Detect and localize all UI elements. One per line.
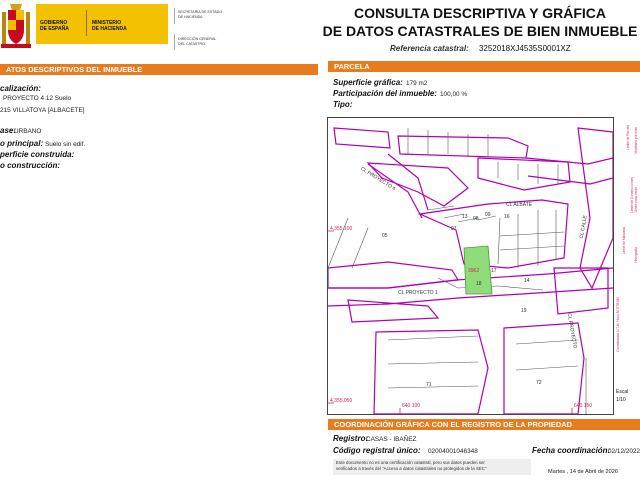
parcela-section-header: PARCELA xyxy=(328,61,640,72)
parcel-number-72: 72 xyxy=(536,380,542,386)
participacion-value: 100,00 % xyxy=(440,91,468,98)
parcel-number-19: 19 xyxy=(521,308,527,314)
parcel-number-09: 09 xyxy=(485,212,491,218)
codigo-registral-value: 02004001046348 xyxy=(428,448,478,455)
legend-parcela: Límite de Parcela xyxy=(626,125,630,150)
fecha-coordinacion-label: Fecha coordinación: xyxy=(532,446,611,455)
disclaimer-note: Este documento no es una certificación c… xyxy=(333,459,531,475)
scale-label-1: Escal xyxy=(616,389,629,395)
page-title-line1: CONSULTA DESCRIPTIVA Y GRÁFICA xyxy=(353,5,606,21)
fecha-coordinacion-value: 02/12/2022 xyxy=(608,448,640,455)
codigo-registral-label: Código registral único: xyxy=(333,446,421,455)
parcel-number-17: 17 xyxy=(491,268,497,274)
street-label-albate: CL ALBATE xyxy=(506,202,533,208)
coord-label-east-1: 640.100 xyxy=(402,403,421,409)
gov-line2: DE ESPAÑA xyxy=(40,26,69,32)
superficie-grafica-label: Superficie gráfica: xyxy=(333,78,403,87)
uso-value: Suelo sin edif. xyxy=(45,141,86,148)
registro-value: CASAS - IBAÑEZ xyxy=(366,436,417,443)
anio-construccion-label: o construcción: xyxy=(0,161,61,170)
superficie-construida-label: perficie construida: xyxy=(0,150,75,159)
registro-label: Registro: xyxy=(333,434,369,443)
coord-label-north-1: 4.355.100 xyxy=(330,226,353,232)
tipo-label: Tipo: xyxy=(333,100,353,109)
superficie-grafica-value: 179 m2 xyxy=(406,80,428,87)
parcel-number-13: 13 xyxy=(462,214,468,220)
clase-value: URBANO xyxy=(14,128,42,135)
localizacion-line1: PROYECTO 4 12 Suelo xyxy=(3,95,72,102)
map-legend-strip: Coordenadas U.T.M. Huso 30 ETRS89 Límite… xyxy=(614,117,640,413)
parcel-number-05: 05 xyxy=(382,233,388,239)
ref-value: 3252018XJ4535S0001XZ xyxy=(478,44,571,53)
registro-section-header: COORDINACIÓN GRÁFICA CON EL REGISTRO DE … xyxy=(328,419,640,430)
ref-label: Referencia catastral: xyxy=(390,44,469,53)
parcel-number-08: 08 xyxy=(473,216,479,222)
ministry-line2: DE HACIENDA xyxy=(92,26,127,32)
participacion-label: Participación del inmueble: xyxy=(333,89,438,98)
disclaimer-line2: verificados a través del "Acceso a datos… xyxy=(336,466,487,471)
page-title-line2: DE DATOS CATASTRALES DE BIEN INMUEBLE xyxy=(322,23,638,39)
scale-label-2: 1/10 xyxy=(616,397,626,403)
cadastral-map[interactable]: 05 07 08 09 17 18 14 19 71 72 16 13 3962… xyxy=(327,117,614,415)
coat-of-arms-icon xyxy=(1,4,31,48)
street-label-proyecto-1: CL PROYECTO 1 xyxy=(398,290,438,296)
localizacion-label: calización: xyxy=(0,84,41,93)
left-section-header: ATOS DESCRIPTIVOS DEL INMUEBLE xyxy=(0,64,318,75)
legend-utm: Coordenadas U.T.M. Huso 30 ETRS89 xyxy=(616,297,620,352)
parcel-number-16: 16 xyxy=(504,214,510,220)
parcel-number-71: 71 xyxy=(426,382,432,388)
uso-label: o principal: xyxy=(0,139,44,148)
reference-row: Referencia catastral: 3252018XJ4535S0001… xyxy=(390,44,571,53)
parcel-number-14: 14 xyxy=(524,278,530,284)
coord-label-north-2: 4.355.050 xyxy=(330,398,353,404)
secretaria-line2: DE HACIENDA xyxy=(178,15,203,19)
legend-zona-verde: Límite zona verde xyxy=(634,187,638,213)
parcel-number-18: 18 xyxy=(476,281,482,287)
legend-mobiliario: Mobiliario y aceras xyxy=(634,127,638,154)
direccion-divider xyxy=(174,34,175,50)
legend-manzana: Límite de Manzana xyxy=(622,227,626,255)
highlight-label: 3962 xyxy=(468,268,480,274)
map-drawing xyxy=(328,127,613,414)
legend-hidrografia: Hidrografía xyxy=(634,247,638,263)
parcel-number-07: 07 xyxy=(451,226,457,232)
footer-date: Martes , 14 de Abril de 2026 xyxy=(548,469,618,475)
coord-label-east-2: 640.150 xyxy=(574,403,593,409)
direccion-line2: DEL CATASTRO xyxy=(178,42,205,46)
secretaria-divider xyxy=(174,8,175,24)
localizacion-line2: 215 VILLATOYA [ALBACETE] xyxy=(0,107,85,114)
logo-divider xyxy=(86,10,87,36)
